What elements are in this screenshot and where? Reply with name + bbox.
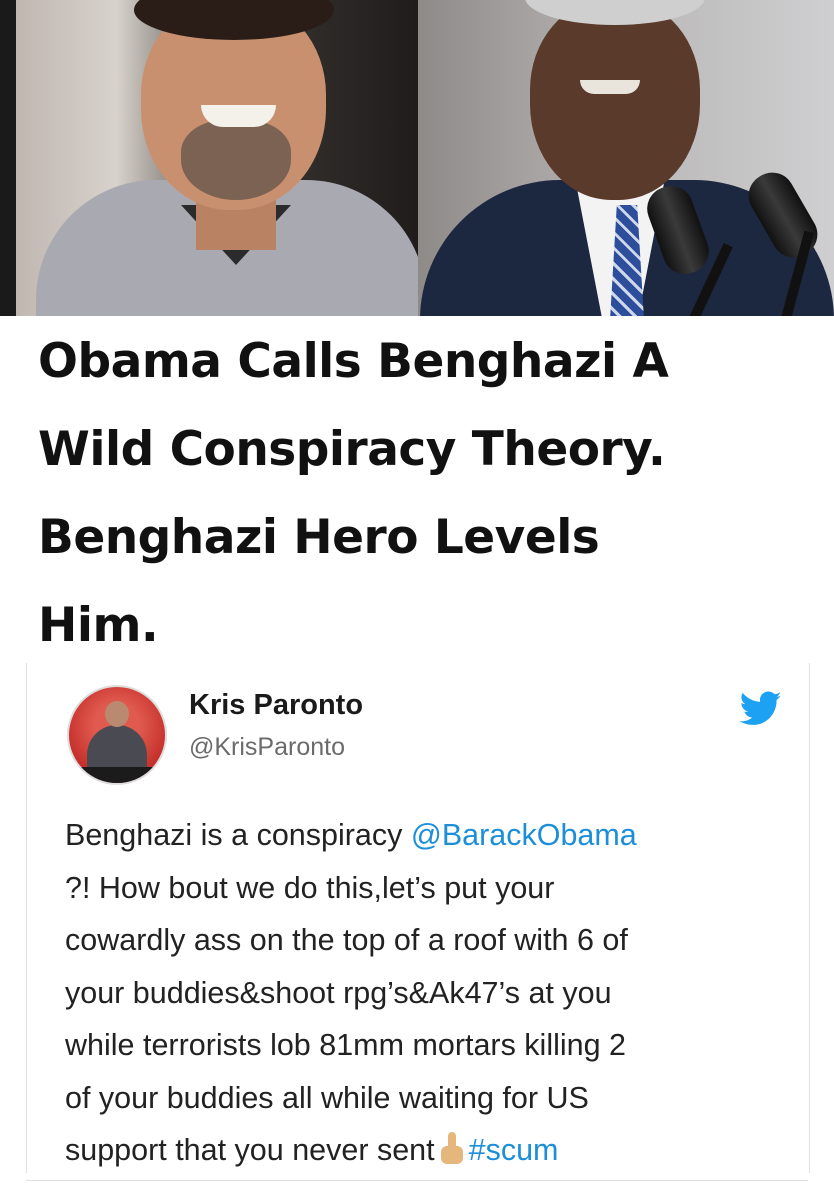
headline-line: Him.: [38, 598, 159, 653]
headline: Obama Calls Benghazi A Wild Conspiracy T…: [38, 318, 818, 670]
tweet-line: while terrorists lob 81mm mortars killin…: [65, 1028, 627, 1062]
headline-line: Wild Conspiracy Theory.: [38, 422, 666, 477]
tweet-line: your buddies&shoot rpg’s&Ak47’s at you: [65, 975, 612, 1010]
mention-link[interactable]: @BarackObama: [411, 818, 637, 852]
header-photos: [0, 0, 834, 316]
tweet-author-handle[interactable]: @KrisParonto: [189, 733, 345, 762]
tweet-line: of your buddies all while waiting for US: [65, 1080, 589, 1115]
tweet-line: ?! How bout we do this,let’s put your: [65, 870, 555, 905]
tweet-text: Benghazi is a conspiracy @BarackObama ?!…: [65, 809, 785, 1177]
middle-finger-emoji-icon: [439, 1132, 465, 1164]
photo-left-border: [0, 0, 16, 316]
headline-line: Benghazi Hero Levels: [38, 510, 600, 565]
tweet-line: cowardly ass on the top of a roof with 6…: [65, 923, 628, 957]
avatar[interactable]: [67, 685, 167, 785]
tweet-author-name[interactable]: Kris Paronto: [189, 689, 363, 722]
tweet-line: support that you never sent #scum: [65, 1132, 559, 1167]
tweet-card: Kris Paronto @KrisParonto Benghazi is a …: [26, 663, 810, 1173]
headline-line: Obama Calls Benghazi A: [38, 334, 669, 389]
hashtag-link[interactable]: #scum: [469, 1133, 559, 1167]
tweet-card-footer: [26, 1180, 808, 1201]
photo-kris-paronto: [16, 0, 418, 316]
tweet-line: Benghazi is a conspiracy @BarackObama: [65, 818, 637, 852]
twitter-bird-icon[interactable]: [740, 691, 782, 727]
